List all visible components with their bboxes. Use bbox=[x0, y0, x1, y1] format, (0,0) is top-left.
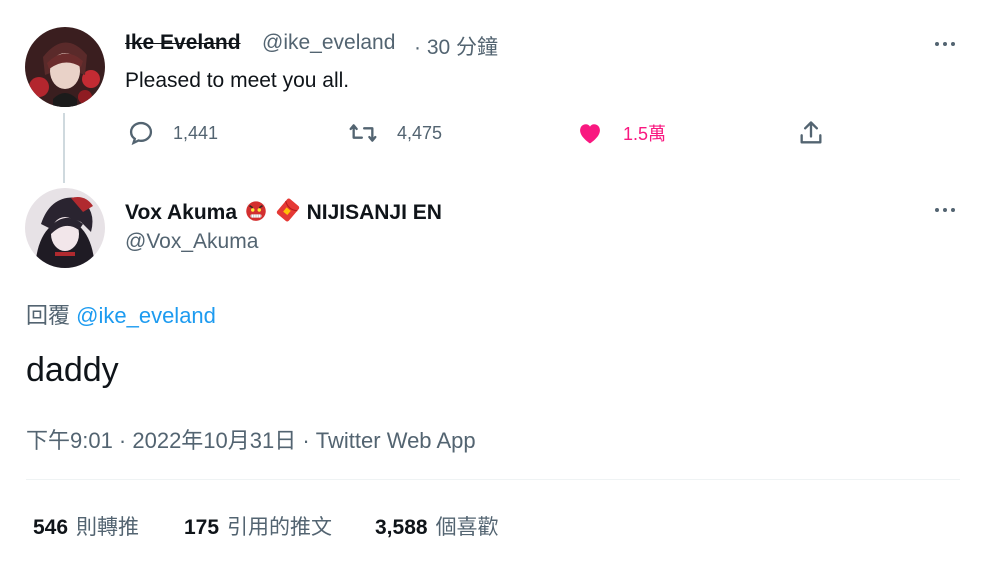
reply-icon bbox=[129, 121, 153, 146]
tweet-timestamp[interactable]: 下午9:01 · 2022年10月31日 · Twitter Web App bbox=[26, 423, 476, 455]
divider bbox=[26, 479, 960, 480]
vox-avatar[interactable] bbox=[25, 188, 105, 268]
quotes-stat[interactable]: 175 引用的推文 bbox=[184, 511, 332, 541]
parent-more-icon[interactable] bbox=[925, 34, 965, 54]
reply-count: 1,441 bbox=[173, 122, 219, 143]
like-button[interactable]: 1.5萬 bbox=[575, 119, 666, 147]
ike-avatar[interactable] bbox=[25, 27, 105, 107]
main-more-icon[interactable] bbox=[925, 200, 965, 220]
retweet-icon bbox=[349, 124, 377, 142]
vox-display-name[interactable]: Vox Akuma NIJISANJI EN bbox=[125, 197, 442, 225]
likes-stat[interactable]: 3,588 個喜歡 bbox=[375, 511, 499, 541]
red-envelope-emoji-icon bbox=[276, 198, 299, 222]
share-button[interactable] bbox=[797, 119, 825, 147]
heart-icon bbox=[580, 124, 600, 144]
retweet-count: 4,475 bbox=[397, 122, 443, 143]
thread-connector-line bbox=[63, 113, 65, 183]
retweet-button[interactable]: 4,475 bbox=[347, 119, 442, 147]
ike-tweet-time[interactable]: · 30 分鐘 bbox=[414, 31, 498, 61]
retweets-stat[interactable]: 546 則轉推 bbox=[33, 511, 139, 541]
like-count: 1.5萬 bbox=[623, 124, 667, 144]
reply-button[interactable]: 1,441 bbox=[127, 119, 218, 147]
reply-mention-link[interactable]: @ike_eveland bbox=[76, 303, 216, 328]
replying-to: 回覆 @ike_eveland bbox=[26, 303, 216, 328]
ike-handle[interactable]: @ike_eveland bbox=[262, 31, 395, 55]
share-icon bbox=[800, 121, 822, 144]
main-tweet-text: daddy bbox=[26, 351, 119, 389]
ogre-emoji-icon bbox=[246, 201, 266, 221]
ike-display-name[interactable]: Ike Eveland bbox=[125, 31, 241, 55]
vox-handle[interactable]: @Vox_Akuma bbox=[125, 230, 258, 254]
parent-tweet-text: Pleased to meet you all. bbox=[125, 69, 350, 92]
